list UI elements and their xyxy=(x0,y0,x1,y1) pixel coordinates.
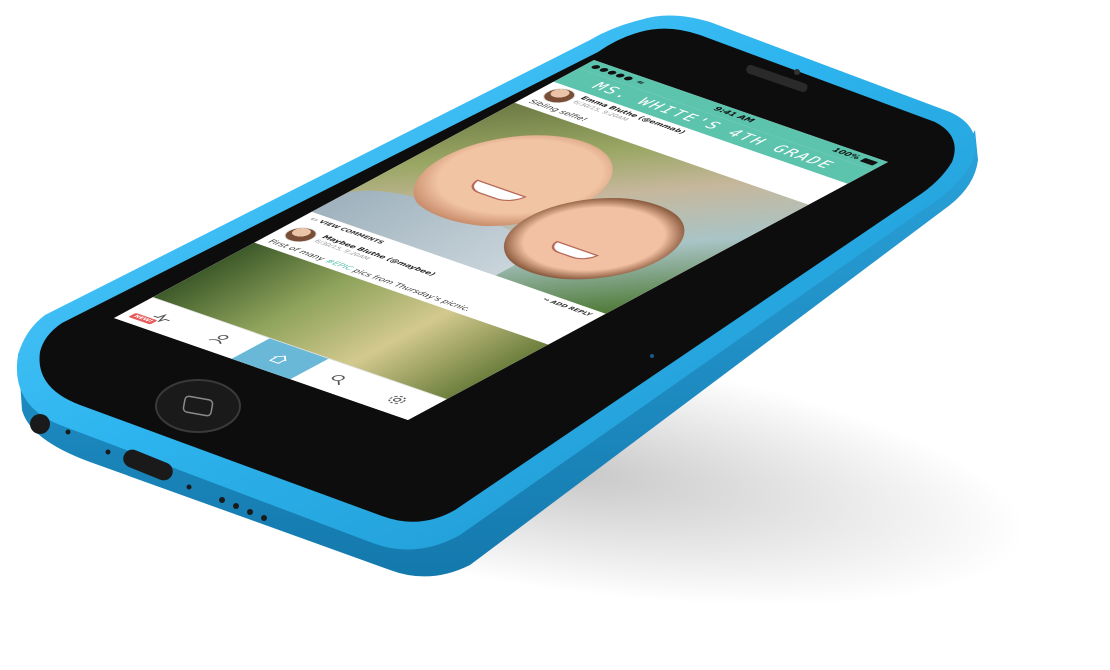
search-icon xyxy=(331,375,345,386)
screw-hole xyxy=(186,484,192,490)
speaker-hole xyxy=(261,515,267,521)
settings-icon xyxy=(388,395,406,404)
home-button[interactable] xyxy=(155,379,241,433)
speaker-hole xyxy=(219,497,225,503)
mic-hole xyxy=(65,429,71,435)
home-icon xyxy=(268,355,287,364)
speaker-hole xyxy=(247,509,253,515)
profile-icon xyxy=(208,334,229,344)
headphone-jack xyxy=(30,414,50,434)
side-mic xyxy=(650,354,654,358)
screw-hole xyxy=(105,449,111,455)
speaker-hole xyxy=(233,503,239,509)
front-camera-icon xyxy=(794,69,800,75)
